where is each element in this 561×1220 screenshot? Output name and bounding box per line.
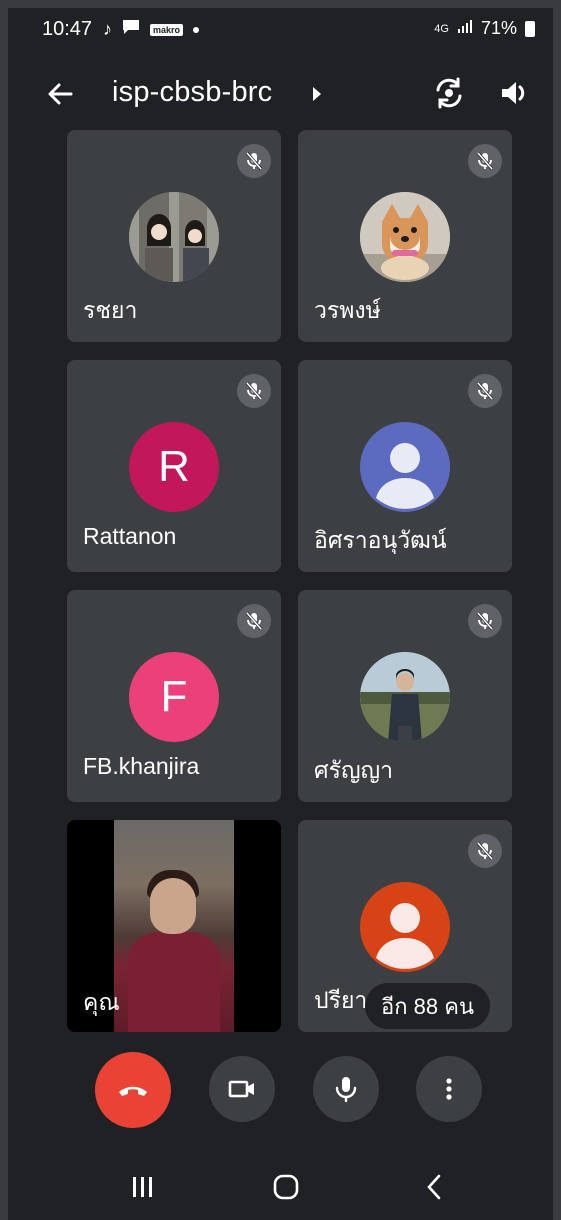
participant-avatar-letter: F — [129, 652, 219, 742]
status-right: 4G 71% — [434, 18, 535, 39]
meet-call-screen: 10:47 ♪ makro 4G 71% isp-cbsb-brc รชยา ว… — [8, 8, 553, 1220]
call-header: isp-cbsb-brc — [8, 62, 553, 126]
participant-tile[interactable]: อิศราอนุวัฒน์ — [298, 360, 512, 572]
mic-off-icon — [468, 834, 502, 868]
switch-camera-icon[interactable] — [432, 76, 466, 115]
participant-name: อิศราอนุวัฒน์ — [314, 527, 447, 553]
makro-icon: makro — [150, 23, 184, 36]
speaker-icon[interactable] — [498, 76, 532, 115]
caret-right-icon[interactable] — [311, 86, 323, 107]
end-call-button[interactable] — [95, 1052, 171, 1128]
notification-icons: ♪ makro — [103, 19, 200, 40]
participant-name: FB.khanjira — [83, 753, 200, 779]
participant-tile[interactable]: F FB.khanjira — [67, 590, 281, 802]
tiktok-icon: ♪ — [103, 19, 112, 39]
status-bar: 10:47 ♪ makro 4G 71% — [8, 8, 553, 54]
call-controls — [8, 1052, 553, 1136]
participant-name: ปรียา — [314, 987, 368, 1013]
participant-name: รชยา — [83, 297, 138, 323]
more-options-button[interactable] — [416, 1056, 482, 1122]
mic-off-icon — [237, 144, 271, 178]
participant-tile[interactable]: ศรัญญา — [298, 590, 512, 802]
mic-off-icon — [468, 144, 502, 178]
self-video-tile[interactable]: คุณ — [67, 820, 281, 1032]
participant-avatar-photo — [360, 192, 450, 282]
back-nav-icon[interactable] — [424, 1174, 444, 1205]
more-notifications-dot — [193, 26, 200, 33]
meeting-title[interactable]: isp-cbsb-brc — [112, 76, 272, 109]
message-icon — [122, 19, 140, 40]
camera-button[interactable] — [209, 1056, 275, 1122]
video-camera-icon — [228, 1080, 254, 1098]
recent-apps-icon[interactable] — [130, 1176, 154, 1203]
more-participants-chip[interactable]: อีก 88 คน — [365, 983, 490, 1029]
signal-icon — [457, 18, 473, 39]
network-type: 4G — [434, 22, 449, 35]
participant-avatar-photo — [360, 652, 450, 742]
participant-name: Rattanon — [83, 523, 177, 549]
more-vertical-icon — [446, 1078, 452, 1100]
self-camera-preview — [114, 820, 234, 1032]
default-person-avatar-icon — [360, 882, 450, 972]
participant-avatar-letter: R — [129, 422, 219, 512]
mic-off-icon — [468, 374, 502, 408]
home-icon[interactable] — [273, 1174, 301, 1205]
back-arrow-icon[interactable] — [42, 76, 78, 112]
microphone-icon — [335, 1077, 357, 1103]
default-person-avatar-icon — [360, 422, 450, 512]
participant-tile[interactable]: R Rattanon — [67, 360, 281, 572]
mic-off-icon — [237, 604, 271, 638]
participant-name: คุณ — [83, 989, 120, 1015]
battery-icon — [525, 20, 535, 37]
battery-percent: 71% — [480, 18, 517, 38]
microphone-button[interactable] — [313, 1056, 379, 1122]
participant-name: ศรัญญา — [314, 757, 394, 783]
participant-avatar-photo — [129, 192, 219, 282]
participant-tile[interactable]: รชยา — [67, 130, 281, 342]
mic-off-icon — [237, 374, 271, 408]
hang-up-icon — [119, 1086, 147, 1096]
system-navigation-bar — [8, 1148, 553, 1220]
participant-name: วรพงษ์ — [314, 297, 381, 323]
participant-tile[interactable]: วรพงษ์ — [298, 130, 512, 342]
status-time: 10:47 — [42, 18, 93, 40]
mic-off-icon — [468, 604, 502, 638]
